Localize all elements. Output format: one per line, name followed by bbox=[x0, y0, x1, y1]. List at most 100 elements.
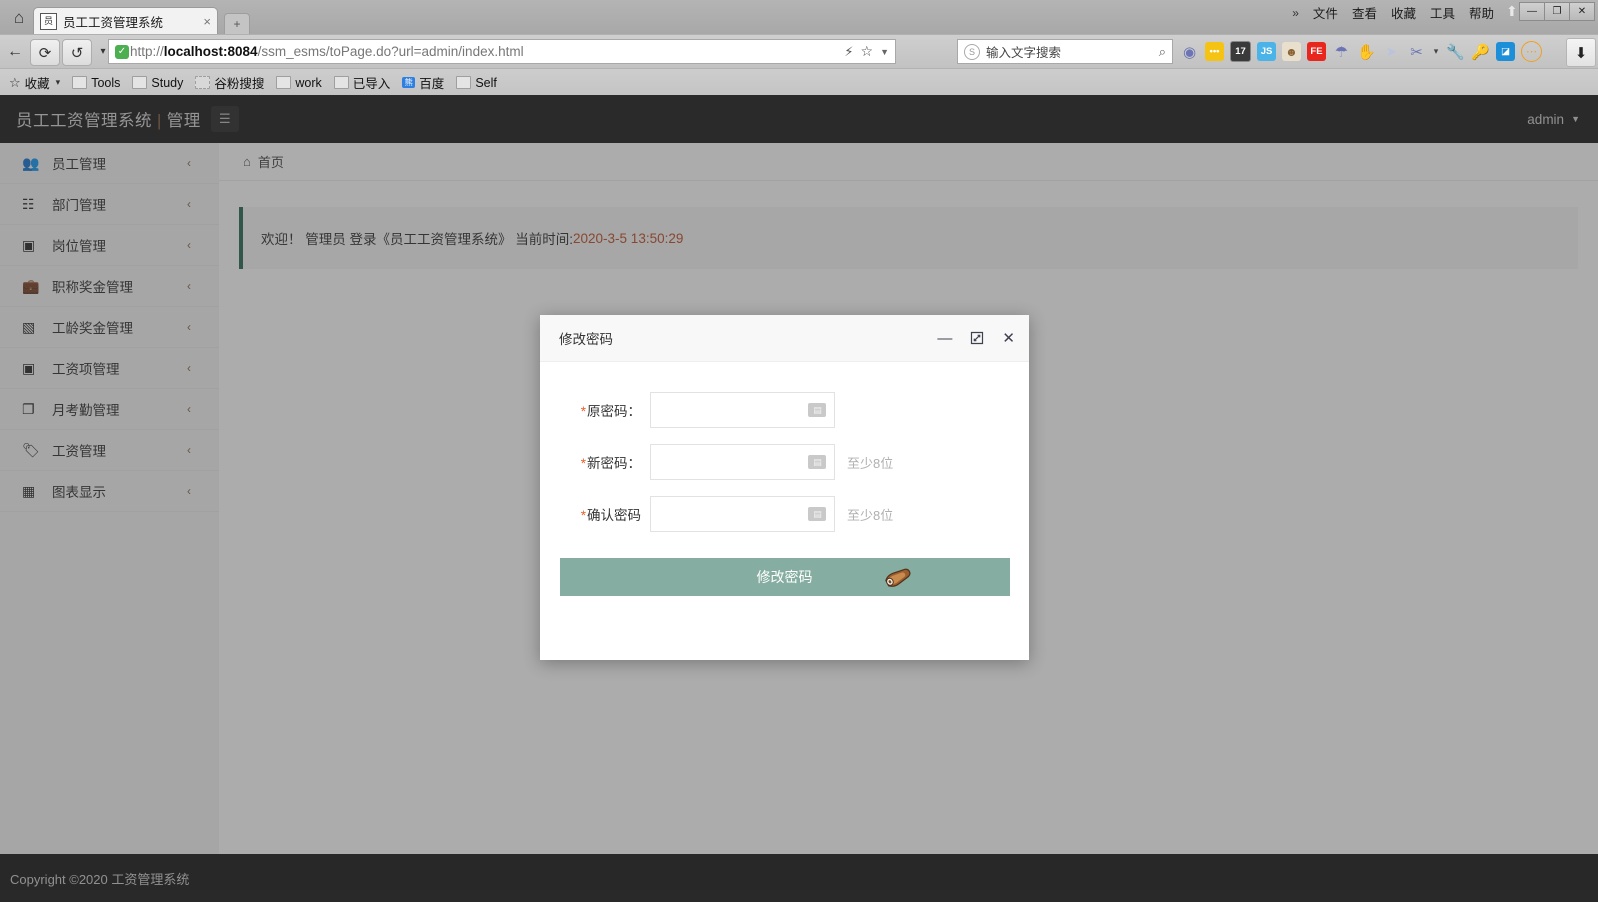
search-icon[interactable]: ⌕ bbox=[1159, 44, 1166, 60]
old-password-field[interactable]: ▤ bbox=[650, 392, 835, 428]
hand-pointer-cursor bbox=[880, 562, 914, 594]
scissors-icon[interactable]: ✂ bbox=[1407, 42, 1426, 61]
bookmark-baidu[interactable]: 熊百度 bbox=[397, 71, 449, 94]
bookmark-tools[interactable]: Tools bbox=[67, 74, 125, 92]
close-icon[interactable]: ✕ bbox=[1002, 331, 1015, 346]
search-input[interactable]: 输入文字搜索 bbox=[986, 42, 1061, 61]
chevron-down-icon[interactable]: ▼ bbox=[880, 47, 889, 57]
bookmarks-bar: ☆ 收藏 ▾ Tools Study 谷粉搜搜 work 已导入 熊百度 Sel… bbox=[0, 68, 1598, 96]
new-password-hint: 至少8位 bbox=[847, 455, 894, 471]
key-icon[interactable]: 🔑 bbox=[1471, 42, 1490, 61]
wrench-icon[interactable]: 🔧 bbox=[1446, 42, 1465, 61]
required-marker: * bbox=[580, 404, 586, 419]
browser-titlebar: ⌂ 员 员工工资管理系统 × + » 文件 查看 收藏 工具 帮助 ⬆ — ❐ … bbox=[0, 0, 1598, 35]
window-controls: — ❐ ✕ bbox=[1519, 2, 1595, 21]
confirm-password-hint: 至少8位 bbox=[847, 507, 894, 523]
new-password-input[interactable] bbox=[659, 453, 808, 471]
dialog-controls: — ✕ bbox=[937, 315, 1015, 361]
folder-icon bbox=[72, 76, 88, 89]
bookmark-gufen[interactable]: 谷粉搜搜 bbox=[190, 71, 269, 94]
bookmark-label: 已导入 bbox=[352, 77, 391, 91]
menu-item-view[interactable]: 查看 bbox=[1352, 3, 1377, 22]
folder-dashed-icon bbox=[195, 76, 211, 89]
label-text: 确认密码 bbox=[587, 508, 641, 523]
label-text: 新密码： bbox=[587, 456, 641, 471]
bookmark-label: Self bbox=[475, 75, 497, 90]
monkey-icon[interactable]: ☻ bbox=[1282, 42, 1301, 61]
bookmark-study[interactable]: Study bbox=[127, 74, 188, 92]
bookmark-work[interactable]: work bbox=[271, 74, 326, 92]
home-icon[interactable]: ⌂ bbox=[6, 5, 32, 29]
back-button[interactable]: ← bbox=[2, 39, 28, 64]
cursor-icon[interactable]: ➤ bbox=[1382, 42, 1401, 61]
more-icon[interactable]: ⋯ bbox=[1521, 41, 1542, 62]
browser-navbar: ← ⟳ ↺ ▾ ✓ http://localhost:8084/ssm_esms… bbox=[0, 34, 1598, 68]
bookmark-imported[interactable]: 已导入 bbox=[329, 71, 396, 94]
form-row-confirm-password: *确认密码 ▤ 至少8位 bbox=[540, 488, 1029, 540]
counter-17-icon[interactable]: 17 bbox=[1230, 41, 1251, 62]
maximize-icon[interactable] bbox=[970, 331, 984, 345]
opera-icon[interactable]: ◉ bbox=[1180, 42, 1199, 61]
browser-tab[interactable]: 员 员工工资管理系统 × bbox=[33, 7, 218, 34]
soft-keyboard-icon[interactable]: ▤ bbox=[808, 455, 826, 469]
secure-shield-icon: ✓ bbox=[115, 44, 129, 59]
form-row-old-password: *原密码： ▤ bbox=[540, 384, 1029, 436]
dialog-body: *原密码： ▤ *新密码： ▤ 至少8位 *确认密码 ▤ 至少8位 修改密码 bbox=[540, 362, 1029, 596]
menu-item-tools[interactable]: 工具 bbox=[1430, 3, 1455, 22]
old-password-input[interactable] bbox=[659, 401, 808, 419]
app-favicon: 员 bbox=[40, 12, 57, 30]
folder-icon bbox=[276, 76, 292, 89]
new-tab-button[interactable]: + bbox=[224, 13, 250, 35]
menu-overflow-icon[interactable]: » bbox=[1292, 6, 1299, 20]
minimize-icon[interactable]: — bbox=[937, 331, 952, 346]
tab-title: 员工工资管理系统 bbox=[63, 15, 164, 30]
reload-button[interactable]: ⟳ bbox=[30, 39, 60, 66]
bookmark-favorites[interactable]: ☆ 收藏 ▾ bbox=[4, 71, 65, 94]
bookmark-label: 谷粉搜搜 bbox=[214, 77, 265, 91]
window-minimize-button[interactable]: — bbox=[1519, 2, 1545, 21]
window-maximize-button[interactable]: ❐ bbox=[1544, 2, 1570, 21]
search-box[interactable]: S 输入文字搜索 ⌕ bbox=[957, 39, 1173, 64]
tab-close-icon[interactable]: × bbox=[203, 14, 211, 29]
soft-keyboard-icon[interactable]: ▤ bbox=[808, 403, 826, 417]
soft-keyboard-icon[interactable]: ▤ bbox=[808, 507, 826, 521]
menu-item-file[interactable]: 文件 bbox=[1313, 3, 1338, 22]
menu-item-help[interactable]: 帮助 bbox=[1469, 3, 1494, 22]
dialog-title: 修改密码 bbox=[559, 332, 613, 347]
parachute-icon[interactable]: ☂ bbox=[1332, 42, 1351, 61]
bookmark-label: 收藏 bbox=[24, 77, 50, 91]
scissors-caret-icon[interactable]: ▾ bbox=[1432, 42, 1440, 61]
address-bar[interactable]: ✓ http://localhost:8084/ssm_esms/toPage.… bbox=[108, 39, 896, 64]
new-password-label: *新密码： bbox=[540, 452, 650, 472]
old-password-label: *原密码： bbox=[540, 400, 650, 420]
bookmark-self[interactable]: Self bbox=[451, 74, 502, 92]
sogou-icon: S bbox=[964, 43, 980, 60]
fe-icon[interactable]: FE bbox=[1307, 42, 1326, 61]
maximize-glyph bbox=[971, 331, 984, 345]
confirm-password-input[interactable] bbox=[659, 505, 808, 523]
extension-toolbar: ◉ ••• 17 JS ☻ FE ☂ ✋ ➤ ✂ ▾ 🔧 🔑 ◪ ⋯ bbox=[1180, 39, 1542, 64]
download-button[interactable]: ⬇ bbox=[1566, 38, 1596, 67]
dots-yellow-icon[interactable]: ••• bbox=[1205, 42, 1224, 61]
lightning-icon[interactable]: ⚡ bbox=[844, 44, 853, 60]
hand-icon[interactable]: ✋ bbox=[1357, 42, 1376, 61]
address-bar-actions: ⚡ ☆ ▼ bbox=[844, 43, 889, 60]
screenshot-icon[interactable]: ◪ bbox=[1496, 42, 1515, 61]
window-close-button[interactable]: ✕ bbox=[1569, 2, 1595, 21]
menu-item-favorites[interactable]: 收藏 bbox=[1391, 3, 1416, 22]
js-icon[interactable]: JS bbox=[1257, 42, 1276, 61]
history-button[interactable]: ↺ bbox=[62, 39, 92, 66]
bookmark-label: work bbox=[295, 75, 322, 90]
confirm-password-field[interactable]: ▤ bbox=[650, 496, 835, 532]
baidu-icon: 熊 bbox=[402, 77, 416, 88]
star-folder-icon: ☆ bbox=[9, 74, 21, 90]
bookmark-label: 百度 bbox=[419, 77, 445, 91]
change-password-submit-button[interactable]: 修改密码 bbox=[559, 558, 1010, 596]
required-marker: * bbox=[580, 508, 586, 523]
window-menubar: » 文件 查看 收藏 工具 帮助 bbox=[1292, 3, 1494, 22]
form-row-new-password: *新密码： ▤ 至少8位 bbox=[540, 436, 1029, 488]
chevron-down-icon[interactable]: ▾ bbox=[56, 77, 61, 88]
star-icon[interactable]: ☆ bbox=[861, 43, 874, 60]
new-password-field[interactable]: ▤ bbox=[650, 444, 835, 480]
browser-chrome: ⌂ 员 员工工资管理系统 × + » 文件 查看 收藏 工具 帮助 ⬆ — ❐ … bbox=[0, 0, 1598, 96]
